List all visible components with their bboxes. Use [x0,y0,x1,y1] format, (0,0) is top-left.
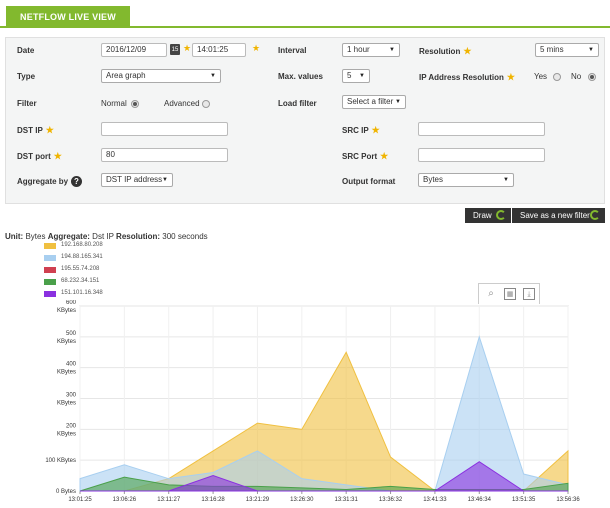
y-tick-label: 500 KBytes [57,331,77,345]
src-ip-label: SRC IP ★ [342,125,380,135]
refresh-icon [496,210,506,220]
legend-swatch [44,267,56,273]
star-icon: ★ [506,72,515,82]
legend-label: 194.88.165.341 [61,254,103,260]
aggregate-label: Aggregate: [47,232,90,241]
help-icon[interactable]: ? [71,176,82,187]
output-format-label: Output format [342,177,396,186]
x-tick-label: 13:46:34 [468,497,492,503]
area-chart: 0 Bytes 100 KBytes 200 KBytes 300 KBytes 400 KB… [45,300,580,503]
dst-ip-label: DST IP ★ [17,125,54,135]
resolution-info-label: Resolution: [116,232,161,241]
star-icon: ★ [463,46,472,56]
ip-resolution-no-label: No [571,72,582,81]
aggregate-by-label: Aggregate by [17,177,69,186]
legend-label: 192.168.80.208 [61,242,103,248]
save-filter-button[interactable]: Save as a new filter [512,208,605,223]
date-input[interactable]: 2016/12/09 [101,43,167,57]
type-select[interactable]: Area graph [101,69,221,83]
legend-swatch [44,255,56,261]
star-icon: ★ [371,125,380,135]
resolution-select[interactable]: 5 mins [535,43,599,57]
date-label: Date [17,46,35,55]
star-icon: ★ [53,151,62,161]
ip-resolution-yes-radio[interactable] [553,73,561,81]
unit-label: Unit: [5,232,24,241]
filter-advanced-radio[interactable] [202,100,210,108]
filter-normal-label: Normal [101,99,127,108]
src-ip-input[interactable] [418,122,545,136]
star-icon: ★ [183,43,192,53]
dst-port-input[interactable]: 80 [101,148,228,162]
draw-button[interactable]: Draw [465,208,511,223]
ip-resolution-yes-label: Yes [534,72,548,81]
filter-normal-radio[interactable] [131,100,139,108]
chart-info: Unit: Bytes Aggregate: Dst IP Resolution… [5,232,208,241]
star-icon: ★ [45,125,54,135]
x-tick-label: 13:01:25 [68,497,92,503]
x-tick-label: 13:31:31 [335,497,359,503]
legend-label: 151.101.16.348 [61,290,103,296]
x-tick-label: 13:56:36 [556,497,580,503]
draw-button-label: Draw [473,211,492,220]
y-tick-label: 100 KBytes [45,458,76,464]
time-input[interactable]: 14:01:25 [192,43,246,57]
x-tick-label: 13:11:27 [157,497,181,503]
y-tick-label: 600 KBytes [57,300,77,314]
star-icon: ★ [380,151,389,161]
zoom-icon[interactable]: ⌕ [485,288,497,300]
refresh-icon [590,210,600,220]
data-view-icon[interactable]: ▦ [504,288,516,300]
save-filter-button-label: Save as a new filter [520,211,590,220]
y-tick-label: 400 KBytes [57,362,77,376]
aggregate-value: Dst IP [92,232,114,241]
y-tick-label: 200 KBytes [57,423,77,437]
load-filter-label: Load filter [278,99,317,108]
resolution-label: Resolution ★ [419,46,472,56]
legend-swatch [44,243,56,249]
src-port-input[interactable] [418,148,545,162]
x-tick-label: 13:21:29 [246,497,270,503]
legend-swatch [44,279,56,285]
interval-label: Interval [278,46,307,55]
x-tick-label: 13:36:32 [379,497,403,503]
x-tick-label: 13:06:26 [113,497,137,503]
interval-select[interactable]: 1 hour [342,43,400,57]
filter-panel: Date 2016/12/09 15 ★ 14:01:25 ★ Interval… [5,37,605,204]
max-values-label: Max. values [278,72,323,81]
calendar-icon[interactable]: 15 [170,44,180,55]
dst-port-label: DST port ★ [17,151,62,161]
unit-value: Bytes [25,232,46,241]
download-icon[interactable]: ⤓ [523,288,535,300]
legend-swatch [44,291,56,297]
tab-bar: NETFLOW LIVE VIEW [0,0,610,28]
filter-advanced-label: Advanced [164,99,200,108]
x-tick-label: 13:26:30 [290,497,314,503]
tab-netflow-live-view[interactable]: NETFLOW LIVE VIEW [6,6,130,28]
legend-label: 68.232.34.151 [61,278,100,284]
src-port-label: SRC Port ★ [342,151,389,161]
y-tick-label: 0 Bytes [56,489,76,495]
x-tick-label: 13:51:35 [512,497,536,503]
x-tick-label: 13:16:28 [201,497,225,503]
star-icon: ★ [252,43,261,53]
output-format-select[interactable]: Bytes [418,173,514,187]
aggregate-by-select[interactable]: DST IP address [101,173,173,187]
x-tick-label: 13:41:33 [423,497,447,503]
legend-label: 195.55.74.208 [61,266,100,272]
filter-label: Filter [17,99,37,108]
ip-resolution-label: IP Address Resolution ★ [419,72,515,82]
ip-resolution-no-radio[interactable] [588,73,596,81]
y-tick-label: 300 KBytes [57,393,77,407]
max-values-select[interactable]: 5 [342,69,370,83]
type-label: Type [17,72,36,81]
dst-ip-input[interactable] [101,122,228,136]
load-filter-select[interactable]: Select a filter [342,95,406,109]
resolution-value: 300 seconds [162,232,208,241]
